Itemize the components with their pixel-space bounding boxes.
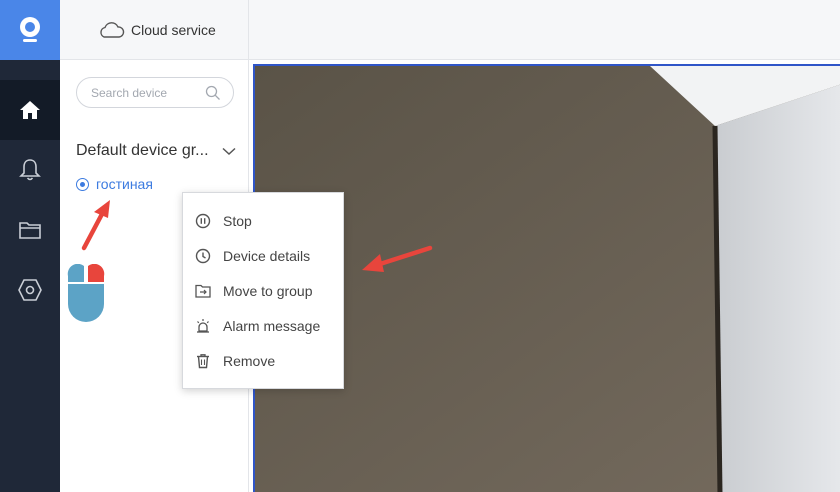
menu-item-label: Stop [223,212,252,229]
rail-item-settings[interactable] [0,260,60,320]
menu-item-stop[interactable]: Stop [183,203,343,238]
device-context-menu: Stop Device details Move to group Alarm … [182,192,344,389]
cloud-icon [100,22,125,38]
menu-item-label: Remove [223,352,276,369]
home-icon [20,101,40,119]
device-group-header[interactable]: Default device gr... [76,142,236,160]
chevron-down-icon[interactable] [222,147,236,156]
search-box[interactable] [76,77,234,108]
search-icon[interactable] [205,85,221,101]
top-bar: Cloud service [60,0,840,60]
hexagon-settings-icon [18,279,42,301]
app-logo[interactable] [0,0,60,60]
rail-item-files[interactable] [0,200,60,260]
folder-icon [19,222,41,239]
mouse-right-click-icon [67,264,105,322]
cloud-service-label: Cloud service [131,22,216,38]
menu-item-alarm-message[interactable]: Alarm message [183,308,343,343]
menu-item-move-to-group[interactable]: Move to group [183,273,343,308]
menu-item-label: Alarm message [223,317,321,334]
device-item[interactable]: гостиная [76,176,153,192]
bell-icon [19,159,41,181]
menu-item-device-details[interactable]: Device details [183,238,343,273]
rail-item-home[interactable] [0,80,60,140]
menu-item-remove[interactable]: Remove [183,343,343,378]
arrow-to-device-icon [81,200,110,251]
device-group-label: Default device gr... [76,142,209,159]
folder-move-icon [195,284,211,298]
pause-icon [195,213,211,228]
rail-item-alarms[interactable] [0,140,60,200]
camera-logo-icon [20,17,40,42]
arrow-to-menu-icon [362,245,433,272]
search-input[interactable] [91,85,201,100]
trash-icon [197,353,209,368]
cloud-service-tab[interactable]: Cloud service [60,0,249,60]
menu-item-label: Device details [223,247,311,264]
device-status-icon [76,177,89,191]
menu-item-label: Move to group [223,282,313,299]
left-rail [0,0,60,492]
info-clock-icon [195,248,211,263]
alarm-light-icon [197,318,209,333]
device-item-label: гостиная [96,176,153,192]
